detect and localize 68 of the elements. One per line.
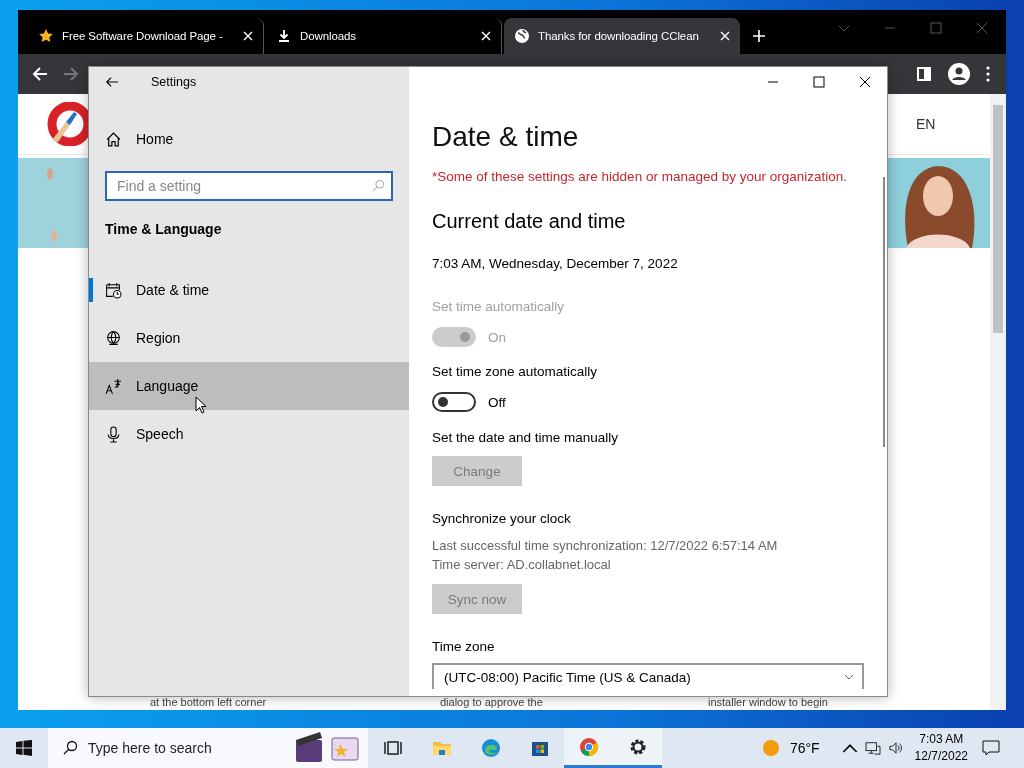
globe-icon <box>514 28 530 44</box>
notification-icon[interactable] <box>982 740 1000 756</box>
nav-item[interactable]: Speech <box>89 410 409 458</box>
current-date-time: 7:03 AM, Wednesday, December 7, 2022 <box>432 255 679 273</box>
toggle-label: Set time zone automatically <box>432 363 599 381</box>
time-zone-dropdown[interactable]: (UTC-08:00) Pacific Time (US & Canada) <box>432 663 864 689</box>
page-text: installer window to begin <box>708 696 829 710</box>
sync-info: Last successful time synchronization: 12/7/2022 6:57:14 AM <box>432 537 779 555</box>
setting-label: Synchronize your clock <box>432 510 572 528</box>
network-icon[interactable] <box>864 741 881 755</box>
back-arrow-icon[interactable] <box>105 75 119 89</box>
weather-sun-icon <box>761 739 780 757</box>
language-icon <box>105 377 122 395</box>
home-item[interactable]: Home <box>89 119 409 159</box>
language-label[interactable]: EN <box>916 116 936 132</box>
profile-icon[interactable] <box>948 63 970 85</box>
calendar-clock-icon <box>105 281 122 299</box>
close-tab-icon[interactable] <box>720 31 730 41</box>
nav-item[interactable]: Region <box>89 314 409 362</box>
sync-info: Time server: AD.collabnet.local <box>432 556 612 574</box>
maximize-icon[interactable] <box>813 76 825 88</box>
page-text: dialog to approve the <box>440 696 544 710</box>
scrollbar[interactable] <box>990 94 1006 710</box>
cursor-icon <box>195 396 207 414</box>
section-heading: Time & Language <box>105 221 223 239</box>
toggle-label: Set time automatically <box>432 298 566 316</box>
sidebar-icon[interactable] <box>916 66 932 82</box>
nav-item[interactable]: Date & time <box>89 266 409 314</box>
search-field[interactable]: Find a setting <box>105 171 393 201</box>
setting-label: Time zone <box>432 638 496 656</box>
section-heading: Current date and time <box>432 209 627 234</box>
nav-item[interactable]: Language <box>89 362 409 410</box>
browser-tab[interactable]: Thanks for downloading CClean <box>504 18 740 54</box>
download-icon <box>276 28 292 44</box>
volume-icon[interactable] <box>887 741 904 755</box>
forward-arrow-icon[interactable] <box>63 66 79 82</box>
logo-icon <box>46 102 90 146</box>
page-text: at the bottom left corner <box>150 696 268 710</box>
weather-temperature[interactable]: 76°F <box>789 740 820 756</box>
setting-label: Set the date and time manually <box>432 429 620 447</box>
star-icon <box>38 28 54 44</box>
window-title: Settings <box>151 75 197 89</box>
taskbar-search-field[interactable]: Type here to search <box>48 728 368 768</box>
search-icon <box>371 179 385 193</box>
task-view-icon <box>382 738 403 758</box>
globe-icon <box>105 329 122 347</box>
chevron-icon <box>844 674 854 680</box>
clock-date[interactable]: 12/7/2022 <box>914 748 968 765</box>
clock-time[interactable]: 7:03 AM <box>919 731 964 748</box>
microphone-icon <box>105 425 122 443</box>
new-tab-icon[interactable] <box>752 29 766 43</box>
policy-notice: *Some of these settings are hidden or managed by your organization. <box>432 168 848 186</box>
toggle-state: On <box>488 329 506 345</box>
search-icon <box>62 740 78 756</box>
toggle-switch[interactable] <box>432 392 476 412</box>
windows-start-icon[interactable] <box>16 740 32 756</box>
close-tab-icon[interactable] <box>481 31 491 41</box>
home-icon <box>105 130 122 148</box>
taskbar-app[interactable] <box>613 728 662 768</box>
menu-icon[interactable] <box>986 66 990 82</box>
edge-browser-icon <box>480 738 501 758</box>
page-heading: Date & time <box>432 120 580 154</box>
close-tab-icon[interactable] <box>243 31 253 41</box>
chrome-browser-icon <box>578 736 599 757</box>
scrollbar[interactable] <box>883 177 885 447</box>
close-icon[interactable] <box>859 76 871 88</box>
back-arrow-icon[interactable] <box>32 66 48 82</box>
toggle-state: Off <box>488 394 506 410</box>
